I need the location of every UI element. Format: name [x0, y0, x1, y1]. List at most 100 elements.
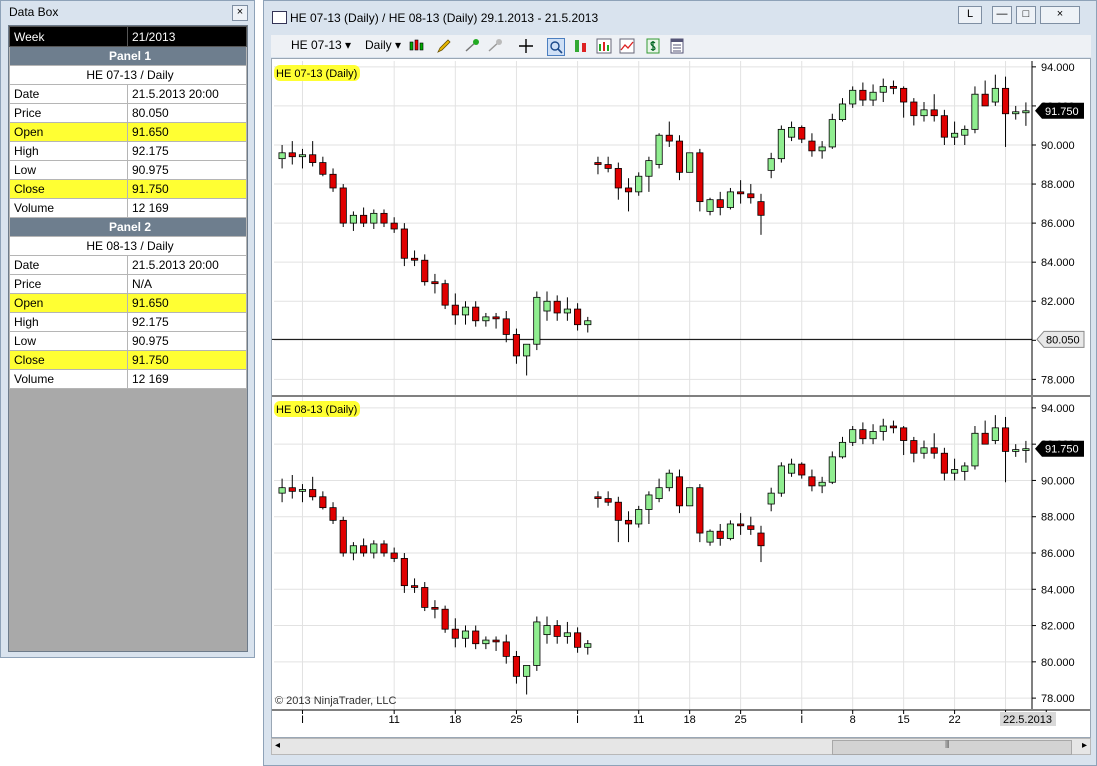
data-row: Price 80.050	[9, 103, 247, 123]
candle-body	[472, 630, 480, 645]
instrument-label: HE 07-13	[291, 38, 342, 52]
candle-body	[574, 308, 582, 326]
candle	[523, 665, 531, 695]
candle-body	[553, 300, 561, 314]
strategy-icon[interactable]	[573, 38, 589, 54]
y-tick-label: 82.000	[1041, 296, 1075, 308]
chart-area[interactable]: 94.00092.00090.00088.00086.00084.00082.0…	[271, 58, 1091, 738]
candle-body	[349, 545, 357, 554]
add-indicator-icon[interactable]	[464, 38, 480, 54]
candle-body	[614, 168, 622, 189]
chart-window-title: HE 07-13 (Daily) / HE 08-13 (Daily) 29.1…	[290, 11, 599, 25]
instrument-selector[interactable]: HE 07-13 ▾	[291, 38, 351, 52]
candle	[747, 516, 755, 535]
x-tick-label: 11	[633, 714, 644, 726]
candle	[502, 634, 510, 664]
candle-body	[543, 625, 551, 636]
candle-body	[288, 152, 296, 158]
candle	[278, 478, 286, 503]
data-box-titlebar[interactable]: Data Box ×	[1, 1, 254, 24]
candle	[594, 491, 602, 508]
data-box-title: Data Box	[9, 5, 59, 19]
y-tick-label: 78.000	[1041, 374, 1075, 386]
candle	[869, 84, 877, 106]
row-label: Open	[9, 293, 128, 313]
candle-body	[981, 93, 989, 107]
candle	[349, 211, 357, 231]
interval-selector[interactable]: Daily ▾	[365, 38, 401, 52]
remove-indicator-icon[interactable]	[487, 38, 503, 54]
data-row: Date 21.5.2013 20:00	[9, 84, 247, 104]
link-button[interactable]: L	[958, 6, 982, 24]
candle	[319, 156, 327, 177]
chart-titlebar[interactable]: HE 07-13 (Daily) / HE 08-13 (Daily) 29.1…	[264, 1, 1096, 34]
row-label: Close	[9, 179, 128, 199]
chart-canvas[interactable]: 94.00092.00090.00088.00086.00084.00082.0…	[272, 59, 1090, 737]
chart-properties-icon[interactable]	[596, 38, 612, 54]
pencil-draw-icon[interactable]	[436, 38, 452, 54]
candle-body	[1022, 110, 1030, 114]
candle	[512, 650, 521, 684]
data-box-icon[interactable]	[669, 38, 685, 54]
candle-body	[563, 308, 571, 314]
candle-body	[747, 193, 755, 199]
chart-scrollbar[interactable]: ◂ ⦀ ▸	[271, 738, 1091, 755]
data-box-close-button[interactable]: ×	[232, 5, 248, 21]
candle	[991, 74, 999, 106]
candle-body	[900, 427, 908, 441]
candle	[951, 458, 959, 481]
maximize-button[interactable]: □	[1016, 6, 1036, 24]
y-tick-label: 86.000	[1041, 548, 1075, 560]
candle	[879, 418, 887, 441]
data-series-icon[interactable]	[619, 38, 635, 54]
y-tick-label: 86.000	[1041, 218, 1075, 230]
candle-body	[543, 300, 551, 312]
x-tick-label: I	[800, 714, 803, 726]
row-value: 91.750	[127, 350, 247, 370]
minimize-button[interactable]: —	[992, 6, 1012, 24]
data-row: High 92.175	[9, 141, 247, 161]
candle-body	[410, 585, 419, 588]
candle	[706, 529, 714, 546]
candle-body	[696, 152, 704, 203]
candle-body	[278, 152, 286, 160]
candle	[849, 86, 857, 108]
candlestick-style-icon[interactable]	[408, 38, 424, 54]
candle-body	[319, 496, 327, 509]
scroll-left-arrow-icon[interactable]: ◂	[275, 740, 280, 751]
candle-body	[635, 175, 643, 193]
candle-body	[451, 628, 459, 639]
panel-name: Panel 2	[9, 217, 247, 237]
candle-body	[726, 191, 734, 208]
chart-toolbar: HE 07-13 ▾ Daily ▾	[271, 35, 1091, 57]
candle-body	[594, 162, 602, 165]
candle	[706, 197, 714, 216]
last-value-label: 91.750	[1045, 106, 1079, 118]
scroll-right-arrow-icon[interactable]: ▸	[1082, 740, 1087, 751]
candle	[818, 141, 826, 159]
scroll-thumb[interactable]: ⦀	[832, 740, 1072, 755]
candle	[757, 193, 765, 235]
candle	[482, 312, 490, 327]
dollar-icon[interactable]	[645, 38, 661, 54]
close-button[interactable]: ×	[1040, 6, 1080, 24]
candle-body	[645, 494, 653, 510]
row-label: High	[9, 312, 128, 332]
candle-body	[512, 655, 521, 677]
row-value: 90.975	[127, 160, 247, 180]
candle	[940, 109, 948, 145]
y-tick-label: 82.000	[1041, 621, 1075, 633]
candle	[686, 487, 694, 507]
crosshair-icon[interactable]	[518, 38, 534, 54]
candle	[410, 578, 419, 593]
current-date-label: 22.5.2013	[1003, 714, 1052, 726]
row-label: Open	[9, 122, 128, 142]
candle-body	[889, 85, 898, 89]
candle-body	[737, 523, 745, 527]
candle-body	[951, 132, 959, 138]
zoom-icon[interactable]	[547, 38, 565, 56]
candle	[370, 209, 378, 229]
candle-body	[889, 425, 898, 429]
candle	[614, 496, 622, 543]
candle-body	[298, 489, 307, 492]
